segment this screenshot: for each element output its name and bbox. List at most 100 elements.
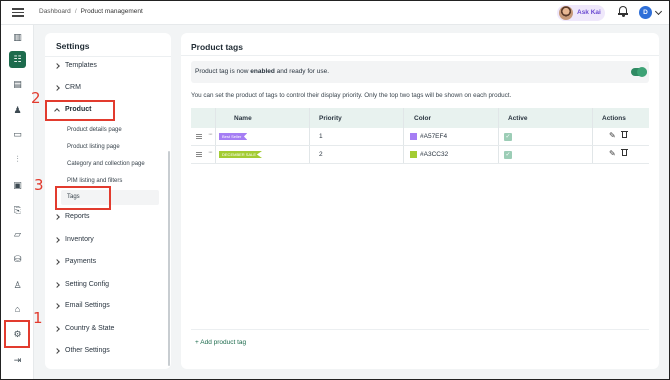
ask-kai-button[interactable]: Ask Kai [557, 5, 605, 21]
table-row: ··· Best Seller 1 #A57EF4 ✓ ✎ [191, 128, 649, 146]
active-checkbox[interactable]: ✓ [504, 133, 512, 141]
settings-title: Settings [56, 41, 90, 51]
add-product-tag-button[interactable]: + Add product tag [195, 339, 246, 346]
active-checkbox[interactable]: ✓ [504, 151, 512, 159]
ask-kai-label: Ask Kai [577, 9, 601, 16]
banner-suffix: and ready for use. [274, 68, 330, 75]
banner-text: Product tag is now enabled and ready for… [195, 68, 329, 75]
chat-icon[interactable]: ▭ [9, 126, 26, 143]
section-label: Setting Config [65, 281, 109, 288]
chevron-right-icon [54, 302, 60, 309]
color-swatch [410, 151, 417, 158]
document-icon[interactable]: ▤ [9, 76, 26, 93]
section-label: Email Settings [65, 302, 110, 309]
section-templates[interactable]: Templates [54, 62, 97, 69]
section-crm[interactable]: CRM [54, 84, 81, 91]
more-icon[interactable]: ··· [208, 131, 213, 138]
bell-icon[interactable] [618, 6, 628, 18]
divider [45, 56, 171, 57]
col-actions: Actions [602, 115, 626, 122]
section-other-settings[interactable]: Other Settings [54, 347, 110, 354]
file-search-icon[interactable]: ⎘ [9, 202, 26, 219]
status-banner: Product tag is now enabled and ready for… [191, 61, 649, 83]
logout-icon[interactable]: ⇥ [9, 352, 26, 369]
drag-handle-icon[interactable] [196, 152, 202, 157]
annotation-number-1: 1 [33, 309, 43, 327]
kai-avatar [559, 6, 573, 20]
chevron-right-icon [54, 236, 60, 243]
user-avatar[interactable]: D [639, 6, 652, 19]
chevron-right-icon [54, 213, 60, 220]
edit-icon[interactable]: ✎ [609, 131, 616, 140]
banner-emphasis: enabled [250, 68, 275, 75]
divider [191, 329, 649, 330]
chevron-right-icon [54, 325, 60, 332]
section-reports[interactable]: Reports [54, 213, 90, 220]
chevron-right-icon [54, 281, 60, 288]
sidebar-item-category-collection[interactable]: Category and collection page [67, 161, 145, 167]
color-value: #A57EF4 [420, 133, 448, 140]
section-label: Country & State [65, 325, 115, 332]
store-icon[interactable]: ⌂ [9, 301, 26, 318]
col-active: Active [508, 115, 528, 122]
breadcrumb: Dashboard / Product management [39, 8, 143, 15]
annotation-number-2: 2 [31, 89, 41, 107]
users-icon[interactable]: ♟ [9, 102, 26, 119]
chevron-right-icon [54, 258, 60, 265]
sidebar-item-product-listing[interactable]: Product listing page [67, 144, 120, 150]
checklist-icon[interactable]: ☷ [9, 51, 26, 68]
chart-icon[interactable]: ⫶ [9, 151, 26, 168]
clipboard-icon[interactable]: ▣ [9, 177, 26, 194]
edit-icon[interactable]: ✎ [609, 149, 616, 158]
section-label: Inventory [65, 236, 94, 243]
section-label: Other Settings [65, 347, 110, 354]
sidebar-item-product-details[interactable]: Product details page [67, 127, 122, 133]
top-bar: Dashboard / Product management Ask Kai D [1, 1, 669, 25]
section-label: CRM [65, 84, 81, 91]
folder-icon[interactable]: ▱ [9, 226, 26, 243]
section-label: Templates [65, 62, 97, 69]
section-country-state[interactable]: Country & State [54, 325, 115, 332]
help-note: You can set the product of tags to contr… [191, 92, 512, 99]
stack-icon[interactable]: ⛁ [9, 251, 26, 268]
menu-icon[interactable] [12, 6, 24, 18]
banner-prefix: Product tag is now [195, 68, 251, 75]
more-icon[interactable]: ··· [208, 149, 213, 156]
section-payments[interactable]: Payments [54, 258, 97, 265]
section-inventory[interactable]: Inventory [54, 236, 94, 243]
section-label: Reports [65, 213, 90, 220]
breadcrumb-dashboard[interactable]: Dashboard [39, 8, 71, 15]
section-setting-config[interactable]: Setting Config [54, 281, 109, 288]
scrollbar[interactable] [168, 151, 170, 366]
col-color: Color [414, 115, 431, 122]
person-add-icon[interactable]: ♙ [9, 277, 26, 294]
table-row: ··· DECEMBER SALE 2 #A3CC32 ✓ ✎ [191, 146, 649, 164]
chevron-down-icon[interactable] [654, 7, 663, 16]
section-label: Payments [65, 258, 97, 265]
section-email-settings[interactable]: Email Settings [54, 302, 110, 309]
divider [181, 55, 659, 56]
trash-icon[interactable] [621, 130, 628, 139]
enable-tags-toggle[interactable] [631, 67, 647, 77]
color-swatch [410, 133, 417, 140]
sidebar-item-pim-listing[interactable]: PIM listing and filters [67, 178, 122, 184]
chevron-right-icon [54, 62, 60, 69]
app-window: Dashboard / Product management Ask Kai D ▥… [0, 0, 670, 380]
breadcrumb-product-management: Product management [80, 8, 143, 15]
breadcrumb-separator: / [74, 8, 77, 15]
table-header: Name Priority Color Active Actions [191, 108, 649, 128]
drag-handle-icon[interactable] [196, 134, 202, 139]
tag-badge: Best Seller [219, 133, 248, 140]
annotation-box-tags [55, 186, 111, 210]
annotation-box-settings [4, 320, 30, 348]
col-priority: Priority [319, 115, 342, 122]
priority-value: 2 [319, 151, 323, 158]
layout-icon[interactable]: ▥ [9, 29, 26, 46]
trash-icon[interactable] [621, 148, 628, 157]
color-value: #A3CC32 [420, 151, 449, 158]
product-tags-panel: Product tags Product tag is now enabled … [181, 33, 659, 369]
annotation-box-product [45, 100, 115, 121]
col-name: Name [234, 115, 252, 122]
priority-value: 1 [319, 133, 323, 140]
page-title: Product tags [191, 42, 243, 52]
